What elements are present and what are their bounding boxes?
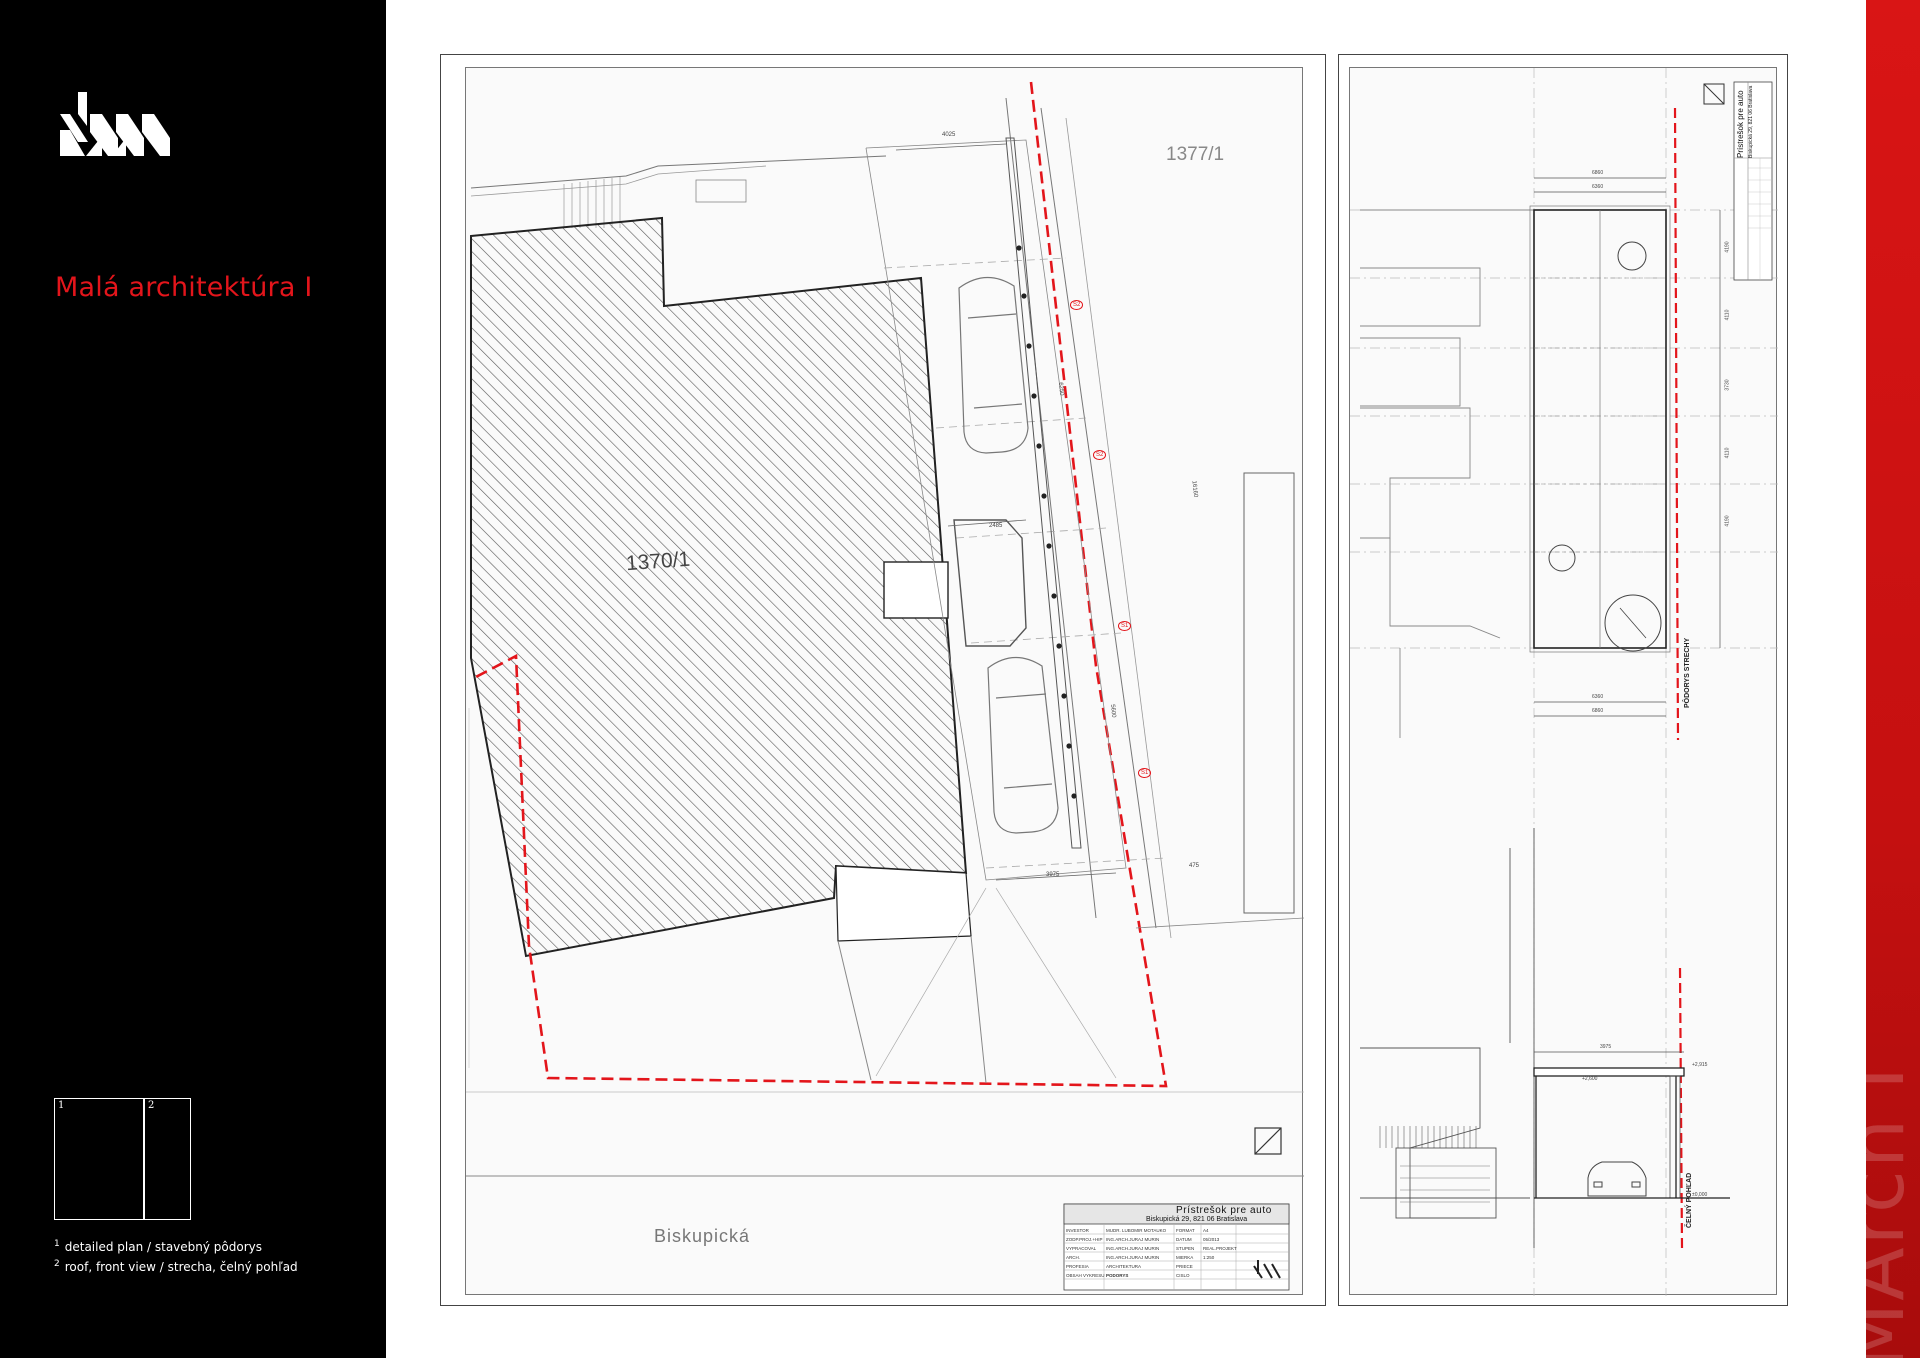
dimension-label: 6860	[1592, 708, 1604, 714]
sheet-frame: PÔDORYS STRECHY ČELNÝ POHĽAD Prístrešok …	[1349, 67, 1778, 1296]
dimension-label: 5600	[1108, 704, 1117, 718]
parcel-label-main: 1370/1	[625, 547, 691, 576]
parcel-label-neighbor: 1377/1	[1166, 144, 1225, 165]
carport-front	[1533, 1067, 1685, 1077]
accent-strip: MArch I	[1866, 0, 1920, 1358]
view-label-roof: PÔDORYS STRECHY	[1684, 637, 1691, 708]
sidebar: Malá architektúra I 1 2 1 detailed plan /…	[0, 0, 386, 1358]
accent-strip-text: MArch I	[1866, 1065, 1920, 1358]
dimension-label: 2485	[989, 523, 1003, 529]
level-mark: +2,915	[1692, 1062, 1708, 1068]
dimension-label: 6250	[1056, 382, 1065, 396]
legend-item: 2 roof, front view / strecha, čelný pohľa…	[54, 1259, 298, 1274]
dimension-label: 6360	[1592, 184, 1604, 190]
north-arrow-icon	[1703, 83, 1725, 105]
car-front-icon	[1587, 1161, 1647, 1197]
site-plan-drawing	[466, 81, 1304, 1291]
title-block-logo	[1252, 1256, 1282, 1284]
title-block-address: Biskupická 29, 821 06 Bratislava	[1146, 1216, 1248, 1223]
north-arrow-icon	[1254, 1127, 1282, 1155]
title-block-title: Prístrešok pre auto	[1176, 1205, 1272, 1216]
dimension-label: 3730	[1724, 379, 1731, 391]
sheet-frame: 1377/1 1370/1 Biskupická 4025 3975 2485 …	[465, 67, 1304, 1295]
level-mark: +2,600	[1582, 1076, 1598, 1082]
thumbnail-sheet-2[interactable]: 2	[144, 1098, 191, 1220]
drawing-sheet-plan: 1377/1 1370/1 Biskupická 4025 3975 2485 …	[440, 54, 1326, 1306]
drawing-sheet-roof-front: PÔDORYS STRECHY ČELNÝ POHĽAD Prístrešok …	[1338, 54, 1788, 1306]
roof-and-front-drawing	[1350, 68, 1778, 1296]
thumbnail-sheet-1[interactable]: 1	[54, 1098, 144, 1220]
dimension-label: 6360	[1592, 694, 1604, 700]
jm-monogram-logo	[60, 92, 172, 177]
street-name: Biskupická	[654, 1226, 751, 1246]
title-block-row: ZODP.PROJ.+HIP ING.ARCH.JURAJ MURIN DATUM 0…	[1066, 1237, 1220, 1242]
project-title: Malá architektúra I	[55, 272, 313, 303]
dimension-label: 4190	[1724, 241, 1731, 253]
dimension-label: 475	[1189, 863, 1200, 869]
dimension-label: 3975	[1600, 1044, 1612, 1050]
car-outline	[958, 276, 1029, 454]
car-outline	[987, 656, 1059, 834]
view-label-front: ČELNÝ POHĽAD	[1686, 1172, 1693, 1228]
dimension-label: 4025	[942, 132, 956, 138]
thumbnail-number: 1	[58, 1100, 65, 1111]
title-block-title: Prístrešok pre auto	[1736, 90, 1745, 158]
legend-item: 1 detailed plan / stavebný pôdorys	[54, 1239, 262, 1254]
thumbnail-number: 2	[148, 1100, 155, 1111]
dimension-label: 4110	[1724, 309, 1731, 321]
title-block-address: Biskupická 29, 821 06 Bratislava	[1748, 85, 1754, 158]
dimension-label: 6860	[1592, 170, 1604, 176]
sheet-legend: 1 detailed plan / stavebný pôdorys 2 roof,…	[54, 1236, 298, 1276]
dimension-label: 4110	[1724, 447, 1731, 459]
dimension-label: 4190	[1724, 515, 1731, 527]
dimension-label: 3975	[1046, 872, 1060, 878]
level-mark: ±0,000	[1692, 1192, 1708, 1198]
title-block-row: INVESTOR MUDR. LUBOMIR MOTAUKO FORMAT A4	[1066, 1228, 1209, 1233]
title-block-row: VYPRACOVAL ING.ARCH.JURAJ MURIN STUPEN REAL…	[1066, 1246, 1237, 1251]
